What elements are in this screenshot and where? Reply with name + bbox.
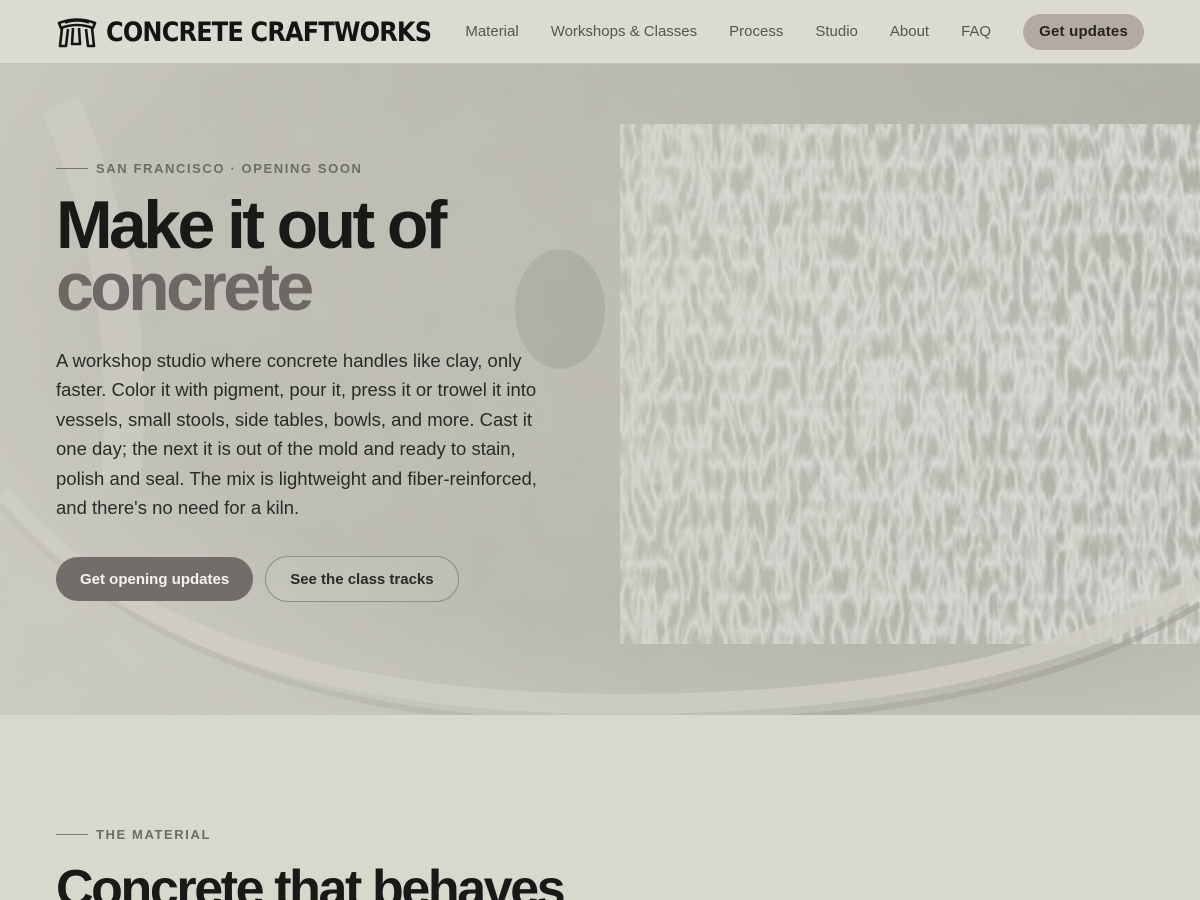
material-title: Concrete that behaves — [56, 860, 566, 900]
hero-title-line1: Make it out of — [56, 187, 447, 263]
eyebrow-rule — [56, 834, 88, 835]
hero-title-line2: concrete — [56, 249, 314, 325]
hero-eyebrow-text: SAN FRANCISCO · OPENING SOON — [96, 161, 363, 176]
hero-title: Make it out of concrete — [56, 187, 447, 325]
nav-link-process[interactable]: Process — [729, 23, 783, 40]
hero-eyebrow: SAN FRANCISCO · OPENING SOON — [56, 161, 363, 176]
hero-section: SAN FRANCISCO · OPENING SOON Make it out… — [0, 64, 1200, 715]
material-eyebrow-text: THE MATERIAL — [96, 827, 212, 842]
get-updates-button[interactable]: Get updates — [1023, 13, 1144, 50]
site-header: CONCRETE CRAFTWORKS Material Workshops &… — [0, 0, 1200, 64]
get-opening-updates-button[interactable]: Get opening updates — [56, 557, 254, 601]
nav-link-studio[interactable]: Studio — [815, 23, 858, 40]
hero-description: A workshop studio where concrete handles… — [56, 350, 537, 519]
stool-icon — [57, 17, 97, 47]
material-eyebrow: THE MATERIAL — [56, 827, 211, 842]
eyebrow-rule — [56, 168, 88, 169]
main-nav: Material Workshops & Classes Process Stu… — [465, 13, 1144, 50]
brand-name: CONCRETE CRAFTWORKS — [106, 15, 432, 48]
see-class-tracks-button[interactable]: See the class tracks — [265, 556, 459, 602]
nav-link-material[interactable]: Material — [465, 23, 518, 40]
brand-link[interactable]: CONCRETE CRAFTWORKS — [56, 15, 432, 49]
nav-link-faq[interactable]: FAQ — [961, 23, 991, 40]
nav-link-workshops[interactable]: Workshops & Classes — [551, 23, 697, 40]
hero-actions: Get opening updates See the class tracks — [56, 556, 459, 602]
material-section: THE MATERIAL Concrete that behaves — [0, 715, 1200, 900]
nav-link-about[interactable]: About — [890, 23, 929, 40]
